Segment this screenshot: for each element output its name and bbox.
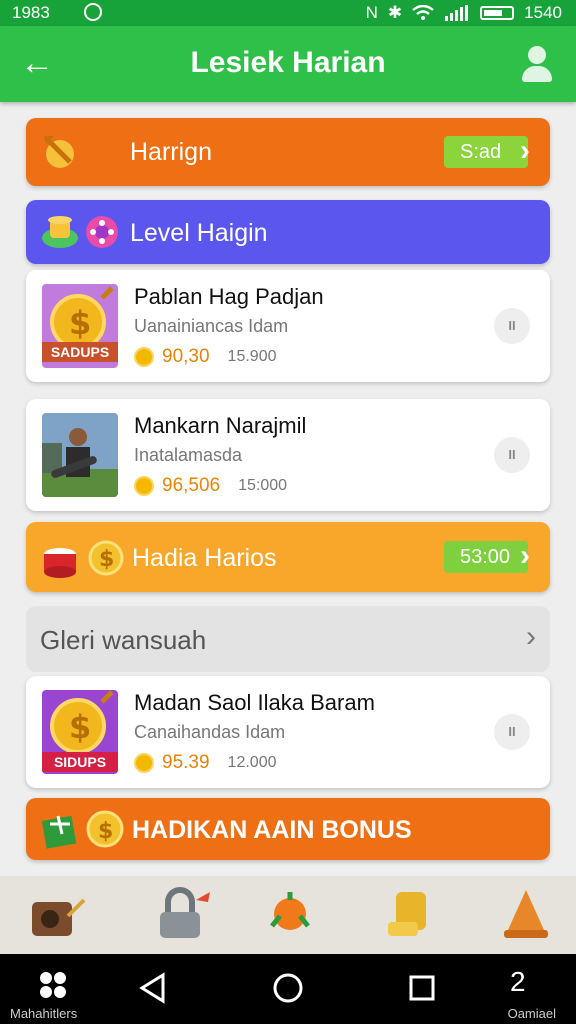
padlock-icon[interactable]	[156, 886, 212, 942]
user-icon[interactable]	[520, 44, 554, 84]
thumbnail-badge: SADUPS	[50, 344, 110, 360]
item-total: 15.900	[227, 348, 277, 365]
item-subtitle: Inatalamasda	[134, 445, 243, 465]
item-subtitle: Canaihandas Idam	[134, 722, 286, 742]
banner-label: HADIKAN AAIN BONUS	[132, 816, 412, 844]
nav-home-icon[interactable]	[272, 972, 304, 1004]
item-price: 95.39	[162, 752, 210, 773]
item-total: 12.000	[227, 754, 277, 771]
coin-thumbnail: $ SIDUPS	[42, 690, 118, 774]
svg-text:$: $	[69, 708, 91, 746]
nav-back-icon[interactable]	[138, 972, 168, 1004]
banner-bonus[interactable]: $ HADIKAN AAIN BONUS	[26, 798, 550, 860]
chevron-right-icon: ›	[526, 620, 536, 653]
section-title: Gleri wansuah	[40, 625, 207, 655]
wifi-icon	[412, 5, 434, 20]
nav-right-icon[interactable]: 2	[510, 966, 526, 998]
list-item[interactable]: $ SADUPS Pablan Hag Padjan Uanainiancas …	[26, 270, 550, 382]
banner-action-label: S:ad	[460, 141, 502, 163]
svg-text:$: $	[99, 547, 114, 572]
coin-icon: $	[86, 810, 124, 848]
arrow-coin-icon	[44, 136, 74, 168]
cup-icon[interactable]	[384, 886, 440, 942]
svg-text:$: $	[69, 304, 91, 342]
battery-text: 1540	[524, 3, 562, 22]
coin-icon: $	[88, 540, 124, 576]
banner-hadia[interactable]: $ Hadia Harios 53:00 ›	[26, 522, 550, 592]
signal-icon	[445, 5, 469, 21]
price-row: 90,30 15.900	[134, 346, 276, 368]
banner-harrign[interactable]: Harrign S:ad ›	[26, 118, 550, 186]
item-subtitle: Uanainiancas Idam	[134, 316, 289, 336]
nav-right-label: Oamiael	[507, 1006, 556, 1021]
price-row: 95.39 12.000	[134, 752, 276, 774]
thumbnail-badge: SIDUPS	[53, 754, 107, 770]
photo-thumbnail	[42, 413, 118, 497]
battery-icon	[480, 6, 515, 20]
drum-icon	[44, 548, 76, 578]
more-options-button[interactable]: II	[494, 308, 530, 344]
nav-recents-icon[interactable]	[408, 974, 436, 1002]
item-price: 96,506	[162, 475, 221, 496]
list-item[interactable]: Mankarn Narajmil Inatalamasda 96,506 15:…	[26, 399, 550, 511]
system-nav-bar: Mahahitlers 2 Oamiael	[0, 954, 576, 1024]
price-row: 96,506 15:000	[134, 475, 287, 497]
banner-action-button[interactable]: S:ad ›	[444, 134, 530, 168]
notification-icon	[84, 3, 102, 21]
coin-icon	[134, 347, 154, 367]
cone-icon[interactable]	[498, 886, 554, 942]
item-total: 15:000	[238, 477, 288, 494]
coin-icon	[134, 476, 154, 496]
item-title: Mankarn Narajmil	[134, 413, 307, 438]
apps-icon[interactable]	[36, 970, 70, 1000]
hat-icon	[42, 216, 78, 248]
status-time: 1983	[12, 3, 50, 22]
more-options-button[interactable]: II	[494, 437, 530, 473]
chevron-right-icon: ›	[520, 134, 530, 167]
nav-left-label: Mahahitlers	[10, 1006, 78, 1021]
section-header[interactable]: Gleri wansuah ›	[26, 606, 550, 672]
coin-icon	[134, 753, 154, 773]
banner-action-label: 53:00	[460, 546, 511, 568]
banner-label: Level Haigin	[130, 219, 268, 247]
fruit-icon[interactable]	[262, 886, 318, 942]
item-price: 90,30	[162, 346, 210, 367]
more-options-button[interactable]: II	[494, 714, 530, 750]
coin-thumbnail: $ SADUPS	[42, 284, 118, 368]
status-bar: 1983 N ✱ 1540	[0, 0, 576, 26]
banner-level[interactable]: Level Haigin	[26, 200, 550, 264]
svg-text:$: $	[98, 819, 113, 844]
banner-label: Harrign	[130, 138, 212, 166]
settings-gear-icon: ✱	[387, 3, 403, 22]
status-icons: N ✱ 1540	[366, 3, 562, 23]
gift-box-icon	[41, 815, 77, 849]
camera-icon[interactable]	[30, 886, 86, 942]
banner-label: Hadia Harios	[132, 544, 277, 572]
banner-action-button[interactable]: 53:00 ›	[444, 539, 530, 573]
nfc-icon: N	[365, 3, 378, 22]
chevron-right-icon: ›	[520, 539, 530, 572]
flower-icon	[86, 216, 118, 248]
item-title: Madan Saol Ilaka Baram	[134, 690, 375, 715]
guitarist-photo	[42, 428, 118, 497]
app-bar: ← Lesiek Harian	[0, 26, 576, 102]
page-title: Lesiek Harian	[190, 46, 386, 79]
bottom-dock	[0, 876, 576, 954]
item-title: Pablan Hag Padjan	[134, 284, 324, 309]
list-item[interactable]: $ SIDUPS Madan Saol Ilaka Baram Canaihan…	[26, 676, 550, 788]
